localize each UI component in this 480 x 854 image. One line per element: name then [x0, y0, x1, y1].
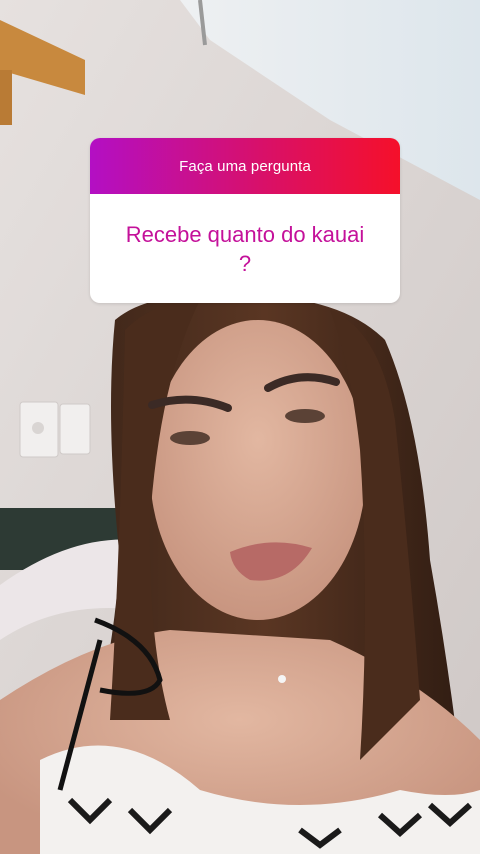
question-sticker-body: Recebe quanto do kauai ? — [90, 194, 400, 303]
question-text: Recebe quanto do kauai ? — [125, 221, 365, 276]
story-background-photo — [0, 0, 480, 854]
question-sticker-title: Faça uma pergunta — [179, 157, 311, 175]
question-sticker[interactable]: Faça uma pergunta Recebe quanto do kauai… — [90, 138, 400, 303]
question-sticker-header: Faça uma pergunta — [90, 138, 400, 194]
story-screen: Faça uma pergunta Recebe quanto do kauai… — [0, 0, 480, 854]
